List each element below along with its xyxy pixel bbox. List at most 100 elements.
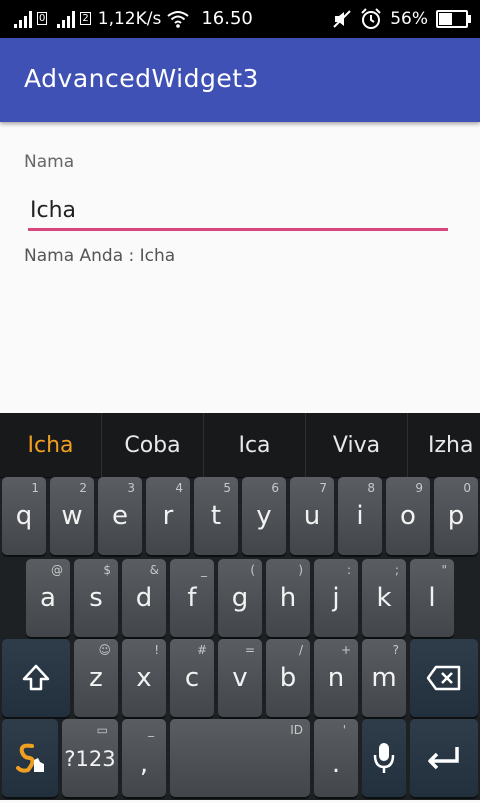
status-right: 56% — [332, 8, 471, 30]
key-label: h — [279, 583, 297, 613]
suggestion-bar: Icha Coba Ica Viva Izha — [0, 413, 480, 478]
key-hint: " — [441, 563, 447, 577]
key-hint: / — [298, 643, 303, 657]
network-speed: 1,12K/s — [97, 8, 162, 29]
key-hint: 8 — [367, 481, 375, 495]
key-label: u — [303, 501, 321, 531]
key-label: w — [61, 501, 83, 531]
name-input[interactable]: Icha — [28, 194, 448, 234]
key-hint: : — [346, 563, 351, 577]
key-r[interactable]: 4r — [146, 477, 190, 555]
key-f[interactable]: _ f — [170, 559, 214, 637]
mute-icon — [333, 10, 351, 28]
key-hint: 1 — [31, 481, 39, 495]
alarm-icon — [361, 8, 381, 29]
key-w[interactable]: 2w — [50, 477, 94, 555]
key-u[interactable]: 7u — [290, 477, 334, 555]
key-i[interactable]: 8i — [338, 477, 382, 555]
key-label: f — [187, 583, 197, 613]
key-hint: + — [340, 643, 351, 657]
suggestion-item[interactable]: Viva — [306, 413, 408, 477]
sim-1-label: 0 — [37, 12, 48, 25]
key-hint: ; — [394, 563, 399, 577]
keyboard-switch-icon: ▭ — [96, 723, 108, 737]
key-l[interactable]: " l — [410, 559, 454, 637]
key-label: e — [112, 501, 128, 531]
swype-logo-icon — [16, 743, 44, 773]
key-n[interactable]: + n — [314, 639, 358, 717]
key-label: a — [40, 583, 56, 613]
key-label: j — [332, 583, 340, 613]
suggestion-item[interactable]: Izha — [408, 413, 480, 477]
key-label: m — [371, 663, 397, 693]
key-z[interactable]: ☺ z — [74, 639, 118, 717]
key-label: l — [428, 583, 436, 613]
key-hint: 2 — [79, 481, 87, 495]
signal-icon — [14, 10, 32, 28]
form-area: Nama Icha Nama Anda : Icha — [0, 122, 480, 413]
key-g[interactable]: (g — [218, 559, 262, 637]
key-label: i — [356, 501, 364, 531]
suggestion-item[interactable]: Coba — [102, 413, 204, 477]
key-o[interactable]: 9o — [386, 477, 430, 555]
language-hint: ID — [290, 723, 303, 737]
shift-key[interactable] — [2, 639, 70, 717]
key-p[interactable]: 0p — [434, 477, 478, 555]
key-hint: _ — [201, 563, 207, 577]
battery-level — [439, 13, 452, 25]
microphone-icon — [373, 743, 395, 773]
enter-key[interactable] — [410, 719, 478, 797]
key-label: q — [15, 501, 33, 531]
key-hint: = — [244, 643, 255, 657]
key-e[interactable]: 3e — [98, 477, 142, 555]
key-t[interactable]: 5t — [194, 477, 238, 555]
key-x[interactable]: ! x — [122, 639, 166, 717]
key-hint: 7 — [319, 481, 327, 495]
key-j[interactable]: :j — [314, 559, 358, 637]
comma-key-label: , — [139, 749, 149, 779]
key-label: g — [231, 583, 249, 613]
key-m[interactable]: ? m — [362, 639, 406, 717]
space-key[interactable]: ID — [170, 719, 310, 797]
key-q[interactable]: 1q — [2, 477, 46, 555]
mic-key[interactable] — [362, 719, 406, 797]
key-h[interactable]: ) h — [266, 559, 310, 637]
symbols-key[interactable]: ?123 ▭ — [62, 719, 118, 797]
key-hint: ) — [298, 563, 303, 577]
key-d[interactable]: & d — [122, 559, 166, 637]
key-b[interactable]: / b — [266, 639, 310, 717]
name-input-value[interactable]: Icha — [30, 198, 76, 223]
key-label: o — [400, 501, 416, 531]
battery-icon — [436, 10, 471, 28]
backspace-key[interactable] — [410, 639, 478, 717]
key-label: x — [136, 663, 152, 693]
key-a[interactable]: @ a — [26, 559, 70, 637]
key-row-2: @ a $ s & d _ f(g) h: j; k " l — [0, 559, 480, 643]
suggestion-item[interactable]: Icha — [0, 413, 102, 477]
name-label: Nama — [24, 152, 75, 172]
key-label: s — [89, 583, 103, 613]
key-hint: # — [196, 643, 207, 657]
status-left: 0 2 1,12K/s 16.50 — [14, 8, 253, 29]
key-label: v — [232, 663, 248, 693]
suggestion-item[interactable]: Ica — [204, 413, 306, 477]
swype-key[interactable] — [2, 719, 58, 797]
key-label: b — [279, 663, 297, 693]
key-hint: ? — [392, 643, 399, 657]
shift-icon — [22, 664, 50, 691]
clock: 16.50 — [201, 8, 253, 29]
comma-key[interactable]: , _ — [122, 719, 166, 797]
period-key[interactable]: . ' — [314, 719, 358, 797]
key-hint: & — [149, 563, 159, 577]
key-v[interactable]: = v — [218, 639, 262, 717]
signal-icon — [57, 10, 76, 28]
key-s[interactable]: $ s — [74, 559, 118, 637]
key-y[interactable]: 6y — [242, 477, 286, 555]
key-label: c — [184, 663, 200, 693]
key-hint: 9 — [415, 481, 423, 495]
app-title: AdvancedWidget3 — [24, 64, 259, 93]
key-c[interactable]: # c — [170, 639, 214, 717]
key-hint: ( — [250, 563, 255, 577]
key-label: d — [135, 583, 153, 613]
key-k[interactable]: ; k — [362, 559, 406, 637]
